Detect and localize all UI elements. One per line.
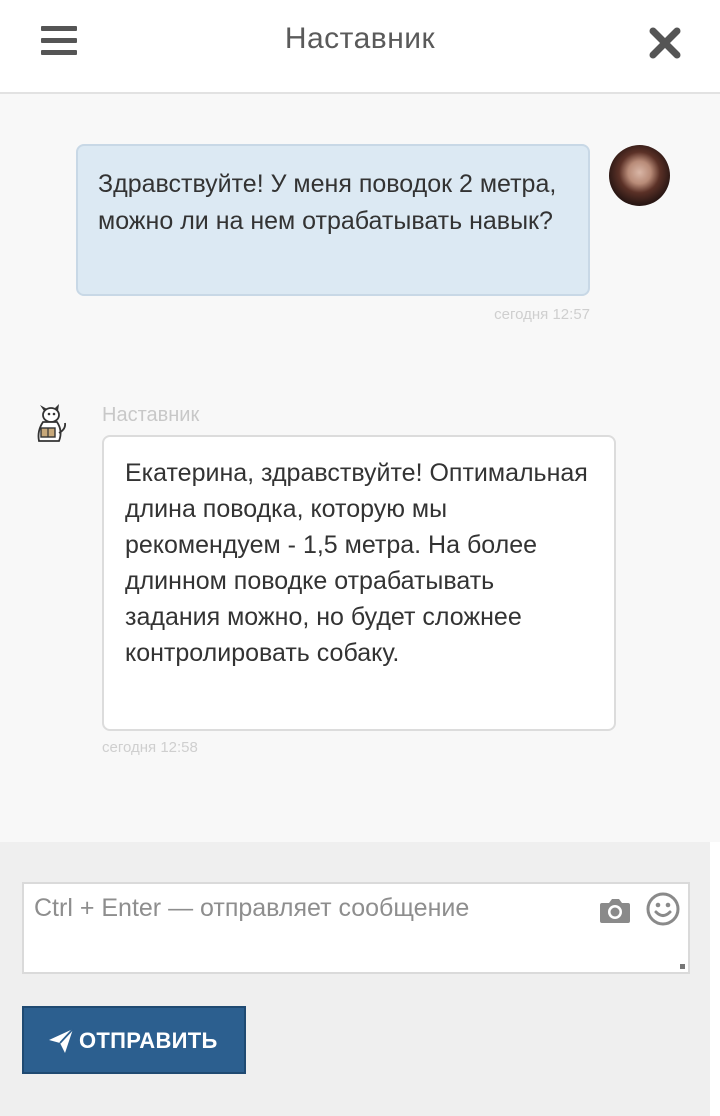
user-message-bubble: Здравствуйте! У меня поводок 2 метра, мо…: [76, 144, 590, 296]
mentor-message-bubble: Екатерина, здравствуйте! Оптимальная дли…: [102, 435, 616, 731]
message-input[interactable]: Ctrl + Enter — отправляет сообщение: [22, 882, 690, 974]
message-input-placeholder: Ctrl + Enter — отправляет сообщение: [34, 894, 470, 922]
page-title: Наставник: [284, 22, 436, 55]
smiley-icon[interactable]: [646, 892, 680, 926]
message-timestamp: сегодня 12:57: [494, 306, 590, 323]
close-icon[interactable]: [646, 24, 684, 62]
textarea-resize-handle[interactable]: [680, 964, 685, 969]
send-button[interactable]: ОТПРАВИТЬ: [22, 1006, 246, 1074]
message-timestamp: сегодня 12:58: [102, 739, 198, 756]
chat-app: Наставник Здравствуйте! У меня поводок 2…: [0, 0, 720, 1116]
mentor-dog-icon: [31, 403, 69, 445]
user-avatar: [609, 145, 670, 206]
header-bar: Наставник: [0, 0, 720, 94]
camera-icon[interactable]: [599, 896, 631, 924]
message-composer: Ctrl + Enter — отправляет сообщение ОТПР…: [0, 842, 710, 1116]
page-edge: [710, 842, 720, 1116]
mentor-name-label: Наставник: [102, 404, 200, 426]
send-button-label: ОТПРАВИТЬ: [79, 1028, 218, 1053]
paper-plane-icon: [48, 1028, 74, 1054]
message-list: Здравствуйте! У меня поводок 2 метра, мо…: [0, 96, 720, 842]
